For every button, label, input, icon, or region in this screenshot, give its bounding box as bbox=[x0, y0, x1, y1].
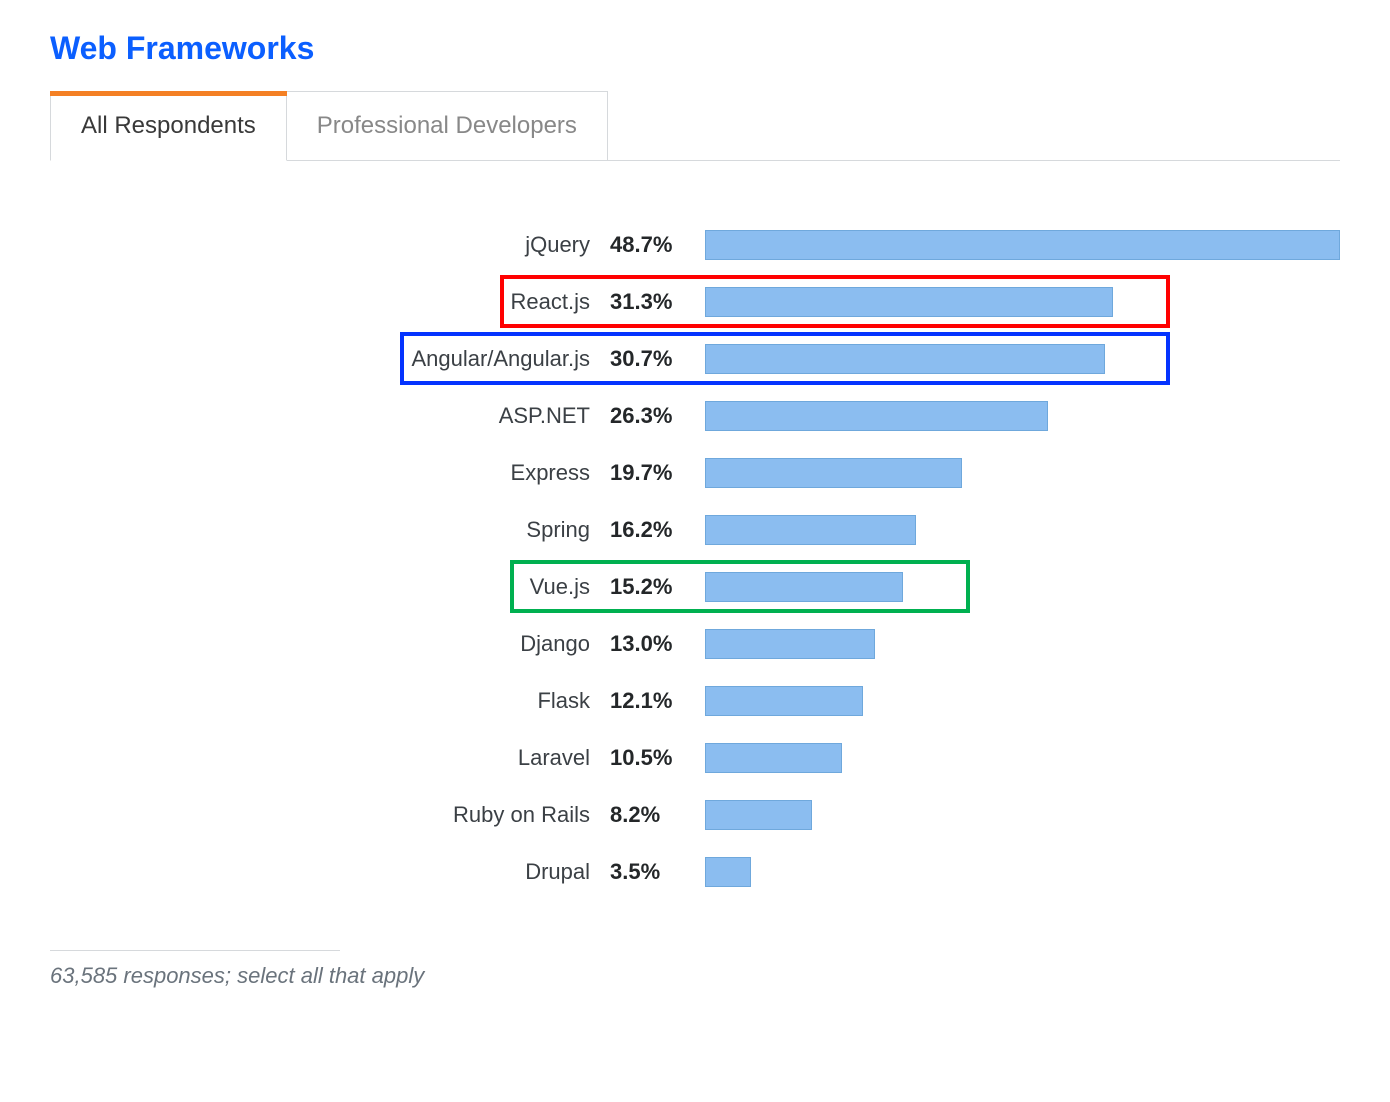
bar-percent: 12.1% bbox=[610, 688, 705, 714]
bar-label: Laravel bbox=[50, 745, 610, 771]
bar-fill bbox=[705, 344, 1105, 374]
page-title: Web Frameworks bbox=[50, 30, 1340, 67]
tab-all-respondents[interactable]: All Respondents bbox=[50, 91, 287, 161]
bar-percent: 13.0% bbox=[610, 631, 705, 657]
bar-track bbox=[705, 743, 1340, 773]
bar-track bbox=[705, 686, 1340, 716]
bar-track bbox=[705, 230, 1340, 260]
bar-label: Angular/Angular.js bbox=[50, 346, 610, 372]
bar-track bbox=[705, 515, 1340, 545]
bar-track bbox=[705, 401, 1340, 431]
bar-track bbox=[705, 287, 1340, 317]
footnote-divider bbox=[50, 950, 340, 951]
bar-row-rubyonrails: Ruby on Rails 8.2% bbox=[50, 786, 1340, 843]
bar-row-laravel: Laravel 10.5% bbox=[50, 729, 1340, 786]
bar-row-aspnet: ASP.NET 26.3% bbox=[50, 387, 1340, 444]
bar-percent: 8.2% bbox=[610, 802, 705, 828]
bar-track bbox=[705, 344, 1340, 374]
bar-percent: 10.5% bbox=[610, 745, 705, 771]
bar-label: ASP.NET bbox=[50, 403, 610, 429]
bar-fill bbox=[705, 743, 842, 773]
bar-row-react: React.js 31.3% bbox=[50, 273, 1340, 330]
bar-percent: 31.3% bbox=[610, 289, 705, 315]
bar-label: Vue.js bbox=[50, 574, 610, 600]
bar-row-django: Django 13.0% bbox=[50, 615, 1340, 672]
bar-percent: 16.2% bbox=[610, 517, 705, 543]
bar-label: jQuery bbox=[50, 232, 610, 258]
bar-label: Django bbox=[50, 631, 610, 657]
bar-label: Flask bbox=[50, 688, 610, 714]
footnote: 63,585 responses; select all that apply bbox=[50, 963, 1340, 989]
bar-fill bbox=[705, 686, 863, 716]
bar-row-flask: Flask 12.1% bbox=[50, 672, 1340, 729]
bar-track bbox=[705, 572, 1340, 602]
bar-fill bbox=[705, 458, 962, 488]
bar-row-spring: Spring 16.2% bbox=[50, 501, 1340, 558]
bar-fill bbox=[705, 857, 751, 887]
bar-label: Spring bbox=[50, 517, 610, 543]
bar-fill bbox=[705, 515, 916, 545]
bar-fill bbox=[705, 401, 1048, 431]
bar-track bbox=[705, 800, 1340, 830]
bar-track bbox=[705, 857, 1340, 887]
bar-label: Ruby on Rails bbox=[50, 802, 610, 828]
bar-percent: 15.2% bbox=[610, 574, 705, 600]
bar-fill bbox=[705, 629, 875, 659]
tabs-container: All Respondents Professional Developers bbox=[50, 91, 1340, 161]
bar-label: Express bbox=[50, 460, 610, 486]
bar-fill bbox=[705, 572, 903, 602]
bar-row-angular: Angular/Angular.js 30.7% bbox=[50, 330, 1340, 387]
chart-container: jQuery 48.7% React.js 31.3% Angular/Angu… bbox=[50, 161, 1340, 930]
tab-professional-developers[interactable]: Professional Developers bbox=[287, 91, 608, 160]
bar-percent: 19.7% bbox=[610, 460, 705, 486]
bar-percent: 3.5% bbox=[610, 859, 705, 885]
bar-track bbox=[705, 458, 1340, 488]
bar-row-express: Express 19.7% bbox=[50, 444, 1340, 501]
bar-label: Drupal bbox=[50, 859, 610, 885]
bar-track bbox=[705, 629, 1340, 659]
bar-row-vue: Vue.js 15.2% bbox=[50, 558, 1340, 615]
bar-percent: 48.7% bbox=[610, 232, 705, 258]
bar-percent: 30.7% bbox=[610, 346, 705, 372]
bar-fill bbox=[705, 230, 1340, 260]
bar-row-drupal: Drupal 3.5% bbox=[50, 843, 1340, 900]
bar-fill bbox=[705, 800, 812, 830]
bar-fill bbox=[705, 287, 1113, 317]
bar-percent: 26.3% bbox=[610, 403, 705, 429]
bar-row-jquery: jQuery 48.7% bbox=[50, 216, 1340, 273]
bar-label: React.js bbox=[50, 289, 610, 315]
